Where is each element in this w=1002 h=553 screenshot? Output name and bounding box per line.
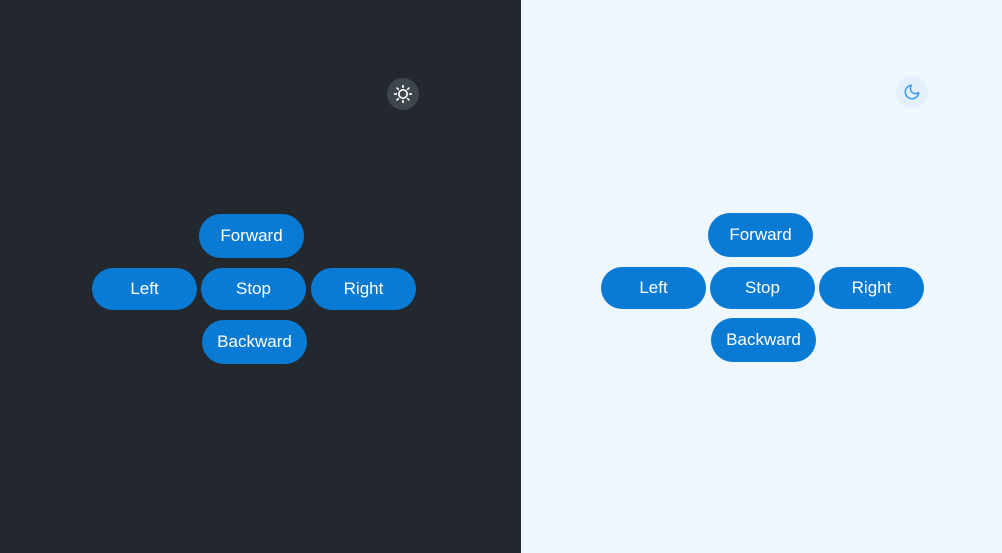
stop-button[interactable]: Stop bbox=[201, 268, 306, 310]
right-button[interactable]: Right bbox=[311, 268, 416, 310]
moon-icon bbox=[903, 83, 921, 101]
dark-theme-panel: Forward Left Stop Right Backward bbox=[0, 0, 521, 553]
backward-button[interactable]: Backward bbox=[202, 320, 307, 364]
forward-button[interactable]: Forward bbox=[708, 213, 813, 257]
sun-icon bbox=[393, 84, 413, 104]
backward-button[interactable]: Backward bbox=[711, 318, 816, 362]
screen: Forward Left Stop Right Backward Forward… bbox=[0, 0, 1002, 553]
right-button[interactable]: Right bbox=[819, 267, 924, 309]
light-theme-panel: Forward Left Stop Right Backward bbox=[521, 0, 1002, 553]
left-button[interactable]: Left bbox=[601, 267, 706, 309]
left-button[interactable]: Left bbox=[92, 268, 197, 310]
theme-toggle-button[interactable] bbox=[387, 78, 419, 110]
forward-button[interactable]: Forward bbox=[199, 214, 304, 258]
theme-toggle-button[interactable] bbox=[896, 76, 928, 108]
stop-button[interactable]: Stop bbox=[710, 267, 815, 309]
